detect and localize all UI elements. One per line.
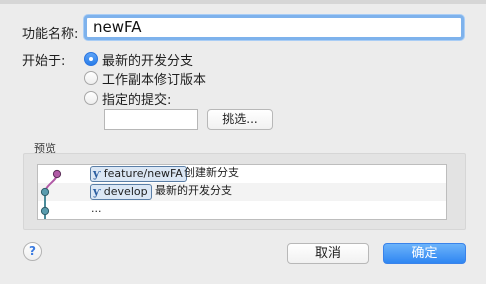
commit-dot-develop bbox=[40, 187, 50, 197]
radio-label-specified-commit: 指定的提交: bbox=[102, 92, 172, 108]
choose-commit-button[interactable]: 挑选... bbox=[207, 109, 273, 130]
radio-specified-commit[interactable]: 指定的提交: bbox=[84, 89, 172, 108]
feature-name-label: 功能名称: bbox=[22, 27, 79, 42]
commit-dot-previous bbox=[40, 206, 50, 216]
radio-working-copy[interactable]: 工作副本修订版本 bbox=[84, 69, 207, 88]
radio-button[interactable] bbox=[84, 71, 98, 85]
dialog-top-edge bbox=[0, 0, 486, 4]
radio-button[interactable] bbox=[84, 91, 98, 105]
radio-label-working-copy: 工作副本修订版本 bbox=[102, 72, 207, 88]
commit-graph bbox=[40, 169, 62, 219]
branch-tag-feature: ƴ feature/newFA bbox=[90, 166, 187, 182]
radio-label-latest-develop: 最新的开发分支 bbox=[102, 53, 194, 69]
radio-button-checked[interactable] bbox=[84, 52, 98, 66]
row-message-develop: 最新的开发分支 bbox=[155, 184, 232, 197]
branch-tag-develop-label: develop bbox=[103, 185, 148, 198]
commit-input[interactable] bbox=[104, 109, 198, 130]
branch-tag-feature-label: feature/newFA bbox=[103, 167, 183, 180]
branch-tag-develop: ƴ develop bbox=[90, 184, 152, 200]
row-message-feature: 创建新分支 bbox=[184, 166, 239, 179]
radio-latest-develop[interactable]: 最新的开发分支 bbox=[84, 50, 194, 69]
cancel-button[interactable]: 取消 bbox=[287, 243, 369, 264]
branch-icon: ƴ bbox=[93, 185, 101, 198]
commit-dot-feature bbox=[52, 169, 62, 179]
preview-graph-list: ƴ feature/newFA 创建新分支 ƴ develop 最新的开发分支 … bbox=[37, 164, 447, 220]
row-message-more: ... bbox=[91, 202, 102, 215]
help-button[interactable]: ? bbox=[23, 242, 42, 261]
start-at-label: 开始于: bbox=[22, 54, 66, 69]
branch-icon: ƴ bbox=[93, 167, 101, 180]
feature-name-input[interactable]: newFA bbox=[84, 15, 464, 40]
ok-button[interactable]: 确定 bbox=[383, 243, 466, 264]
